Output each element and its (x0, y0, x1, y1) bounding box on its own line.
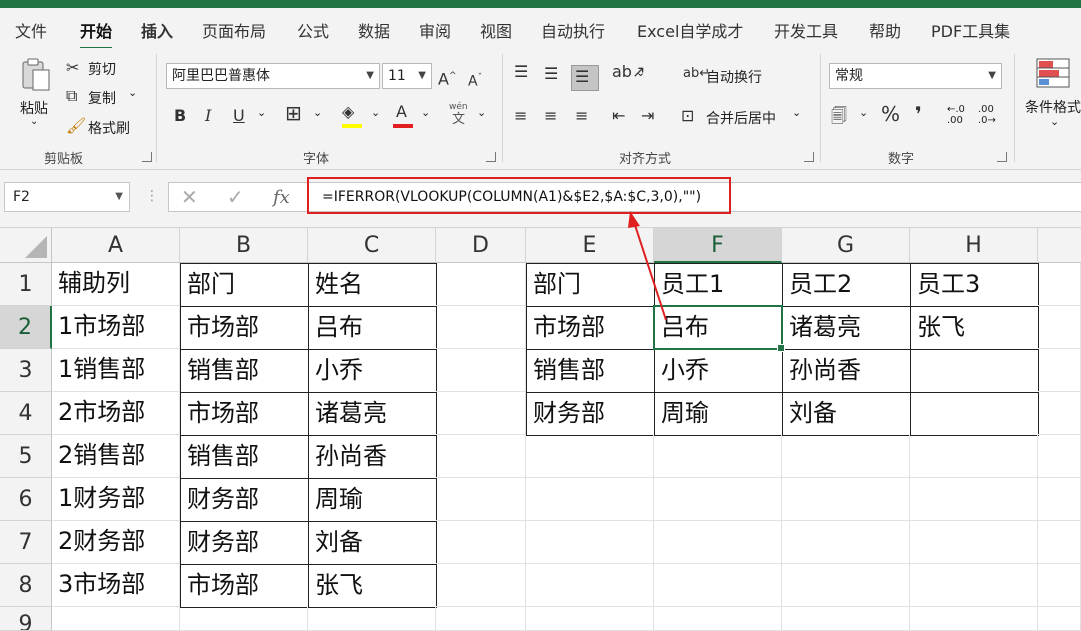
annotation-arrow (628, 211, 667, 321)
